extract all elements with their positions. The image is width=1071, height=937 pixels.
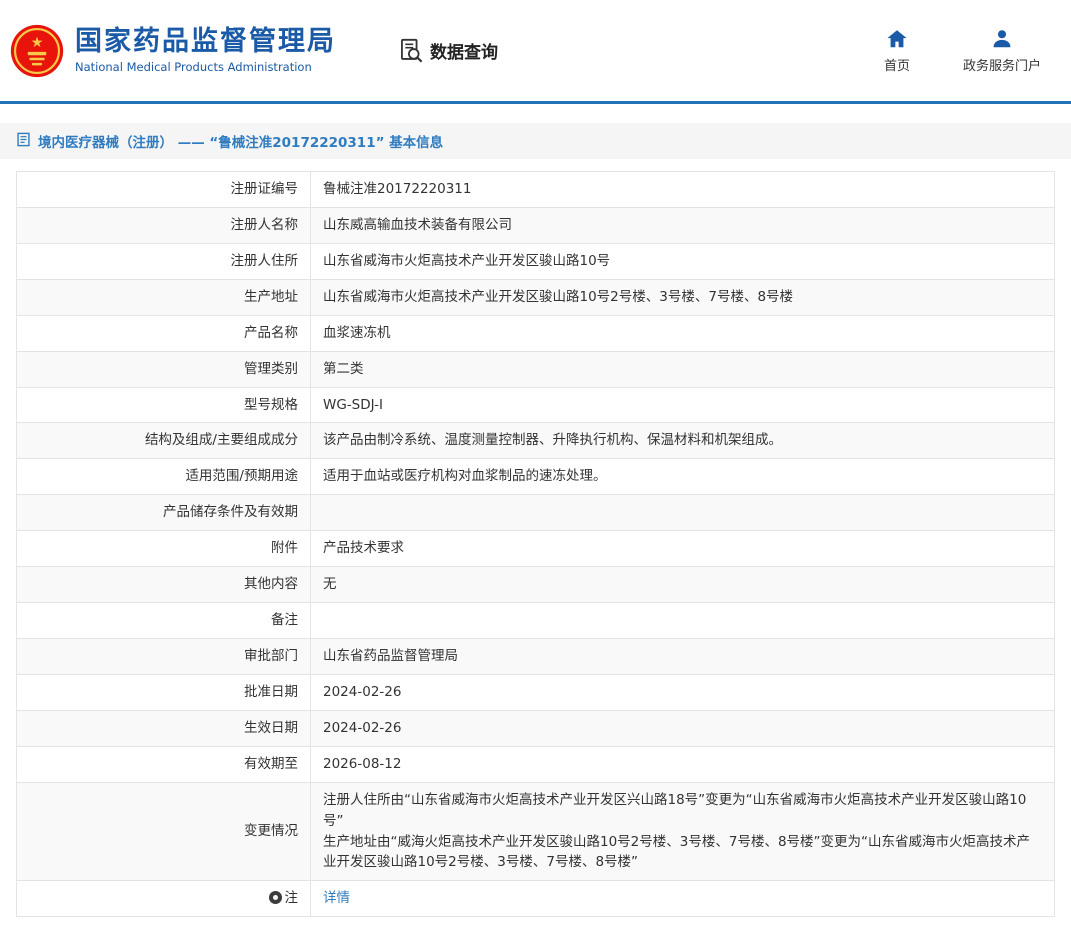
row-label: 生效日期 <box>17 710 311 746</box>
header-divider <box>0 101 1071 104</box>
row-label: 注册人名称 <box>17 207 311 243</box>
detail-link[interactable]: 详情 <box>323 890 350 906</box>
note-icon <box>269 891 282 904</box>
row-value: 鲁械注准20172220311 <box>311 172 1055 208</box>
page: ★ 国家药品监督管理局 National Medical Products Ad… <box>0 0 1071 917</box>
table-row: 变更情况 注册人住所由“山东省威海市火炬高技术产业开发区兴山路18号”变更为“山… <box>17 782 1055 881</box>
row-value <box>311 495 1055 531</box>
row-label: 适用范围/预期用途 <box>17 459 311 495</box>
org-name-en: National Medical Products Administration <box>75 60 336 74</box>
table-row: 注册人住所 山东省威海市火炬高技术产业开发区骏山路10号 <box>17 243 1055 279</box>
row-value: 山东省药品监督管理局 <box>311 638 1055 674</box>
row-value: 山东威高输血技术装备有限公司 <box>311 207 1055 243</box>
row-value: 该产品由制冷系统、温度测量控制器、升降执行机构、保温材料和机架组成。 <box>311 423 1055 459</box>
breadcrumb-document-icon <box>16 132 31 151</box>
row-value: WG-SDJ-I <box>311 387 1055 423</box>
row-label: 管理类别 <box>17 351 311 387</box>
nav-home-label: 首页 <box>884 55 910 74</box>
table-row: 适用范围/预期用途 适用于血站或医疗机构对血浆制品的速冻处理。 <box>17 459 1055 495</box>
row-label: 结构及组成/主要组成成分 <box>17 423 311 459</box>
data-query-icon <box>398 37 425 64</box>
home-icon <box>886 28 908 50</box>
table-row: 型号规格 WG-SDJ-I <box>17 387 1055 423</box>
nav-home[interactable]: 首页 <box>877 28 917 74</box>
row-value: 第二类 <box>311 351 1055 387</box>
table-row: 产品名称 血浆速冻机 <box>17 315 1055 351</box>
row-value: 血浆速冻机 <box>311 315 1055 351</box>
row-label: 型号规格 <box>17 387 311 423</box>
nav-portal[interactable]: 政务服务门户 <box>963 28 1041 74</box>
brand-text: 国家药品监督管理局 National Medical Products Admi… <box>75 27 336 74</box>
brand[interactable]: ★ 国家药品监督管理局 National Medical Products Ad… <box>10 24 336 78</box>
row-label: 审批部门 <box>17 638 311 674</box>
data-query-label: 数据查询 <box>430 38 498 63</box>
user-icon <box>991 28 1013 50</box>
row-value: 注册人住所由“山东省威海市火炬高技术产业开发区兴山路18号”变更为“山东省威海市… <box>311 782 1055 881</box>
row-value: 适用于血站或医疗机构对血浆制品的速冻处理。 <box>311 459 1055 495</box>
row-value: 详情 <box>311 881 1055 917</box>
row-label: 注册证编号 <box>17 172 311 208</box>
table-row-note: 注 详情 <box>17 881 1055 917</box>
row-value: 山东省威海市火炬高技术产业开发区骏山路10号 <box>311 243 1055 279</box>
table-row: 生产地址 山东省威海市火炬高技术产业开发区骏山路10号2号楼、3号楼、7号楼、8… <box>17 279 1055 315</box>
row-label: 附件 <box>17 531 311 567</box>
table-row: 注册证编号 鲁械注准20172220311 <box>17 172 1055 208</box>
registration-info-table: 注册证编号 鲁械注准20172220311 注册人名称 山东威高输血技术装备有限… <box>16 171 1055 917</box>
header-nav: 首页 政务服务门户 <box>877 28 1041 74</box>
table-row: 其他内容 无 <box>17 567 1055 603</box>
note-label: 注 <box>285 890 299 906</box>
table-row: 注册人名称 山东威高输血技术装备有限公司 <box>17 207 1055 243</box>
nav-data-query[interactable]: 数据查询 <box>398 37 498 64</box>
row-label: 备注 <box>17 603 311 639</box>
row-label: 产品储存条件及有效期 <box>17 495 311 531</box>
table-row: 生效日期 2024-02-26 <box>17 710 1055 746</box>
table-row: 审批部门 山东省药品监督管理局 <box>17 638 1055 674</box>
row-label: 有效期至 <box>17 746 311 782</box>
table-row: 附件 产品技术要求 <box>17 531 1055 567</box>
row-value: 2024-02-26 <box>311 710 1055 746</box>
table-row: 批准日期 2024-02-26 <box>17 674 1055 710</box>
row-label: 变更情况 <box>17 782 311 881</box>
table-row: 管理类别 第二类 <box>17 351 1055 387</box>
svg-text:★: ★ <box>31 34 44 50</box>
table-row: 备注 <box>17 603 1055 639</box>
breadcrumb-text: 境内医疗器械（注册） —— “鲁械注准20172220311” 基本信息 <box>38 131 443 151</box>
row-label: 生产地址 <box>17 279 311 315</box>
table-row: 有效期至 2026-08-12 <box>17 746 1055 782</box>
table-row: 结构及组成/主要组成成分 该产品由制冷系统、温度测量控制器、升降执行机构、保温材… <box>17 423 1055 459</box>
row-value: 无 <box>311 567 1055 603</box>
org-name-cn: 国家药品监督管理局 <box>75 27 336 57</box>
site-header: ★ 国家药品监督管理局 National Medical Products Ad… <box>0 0 1071 101</box>
row-value: 2026-08-12 <box>311 746 1055 782</box>
row-label: 批准日期 <box>17 674 311 710</box>
row-label: 其他内容 <box>17 567 311 603</box>
row-value: 产品技术要求 <box>311 531 1055 567</box>
table-row: 产品储存条件及有效期 <box>17 495 1055 531</box>
nav-portal-label: 政务服务门户 <box>963 55 1041 74</box>
npma-logo-emblem-icon: ★ <box>10 24 64 78</box>
row-value <box>311 603 1055 639</box>
row-label: 注 <box>17 881 311 917</box>
row-value: 山东省威海市火炬高技术产业开发区骏山路10号2号楼、3号楼、7号楼、8号楼 <box>311 279 1055 315</box>
row-value: 2024-02-26 <box>311 674 1055 710</box>
breadcrumb: 境内医疗器械（注册） —— “鲁械注准20172220311” 基本信息 <box>0 123 1071 159</box>
row-label: 产品名称 <box>17 315 311 351</box>
row-label: 注册人住所 <box>17 243 311 279</box>
